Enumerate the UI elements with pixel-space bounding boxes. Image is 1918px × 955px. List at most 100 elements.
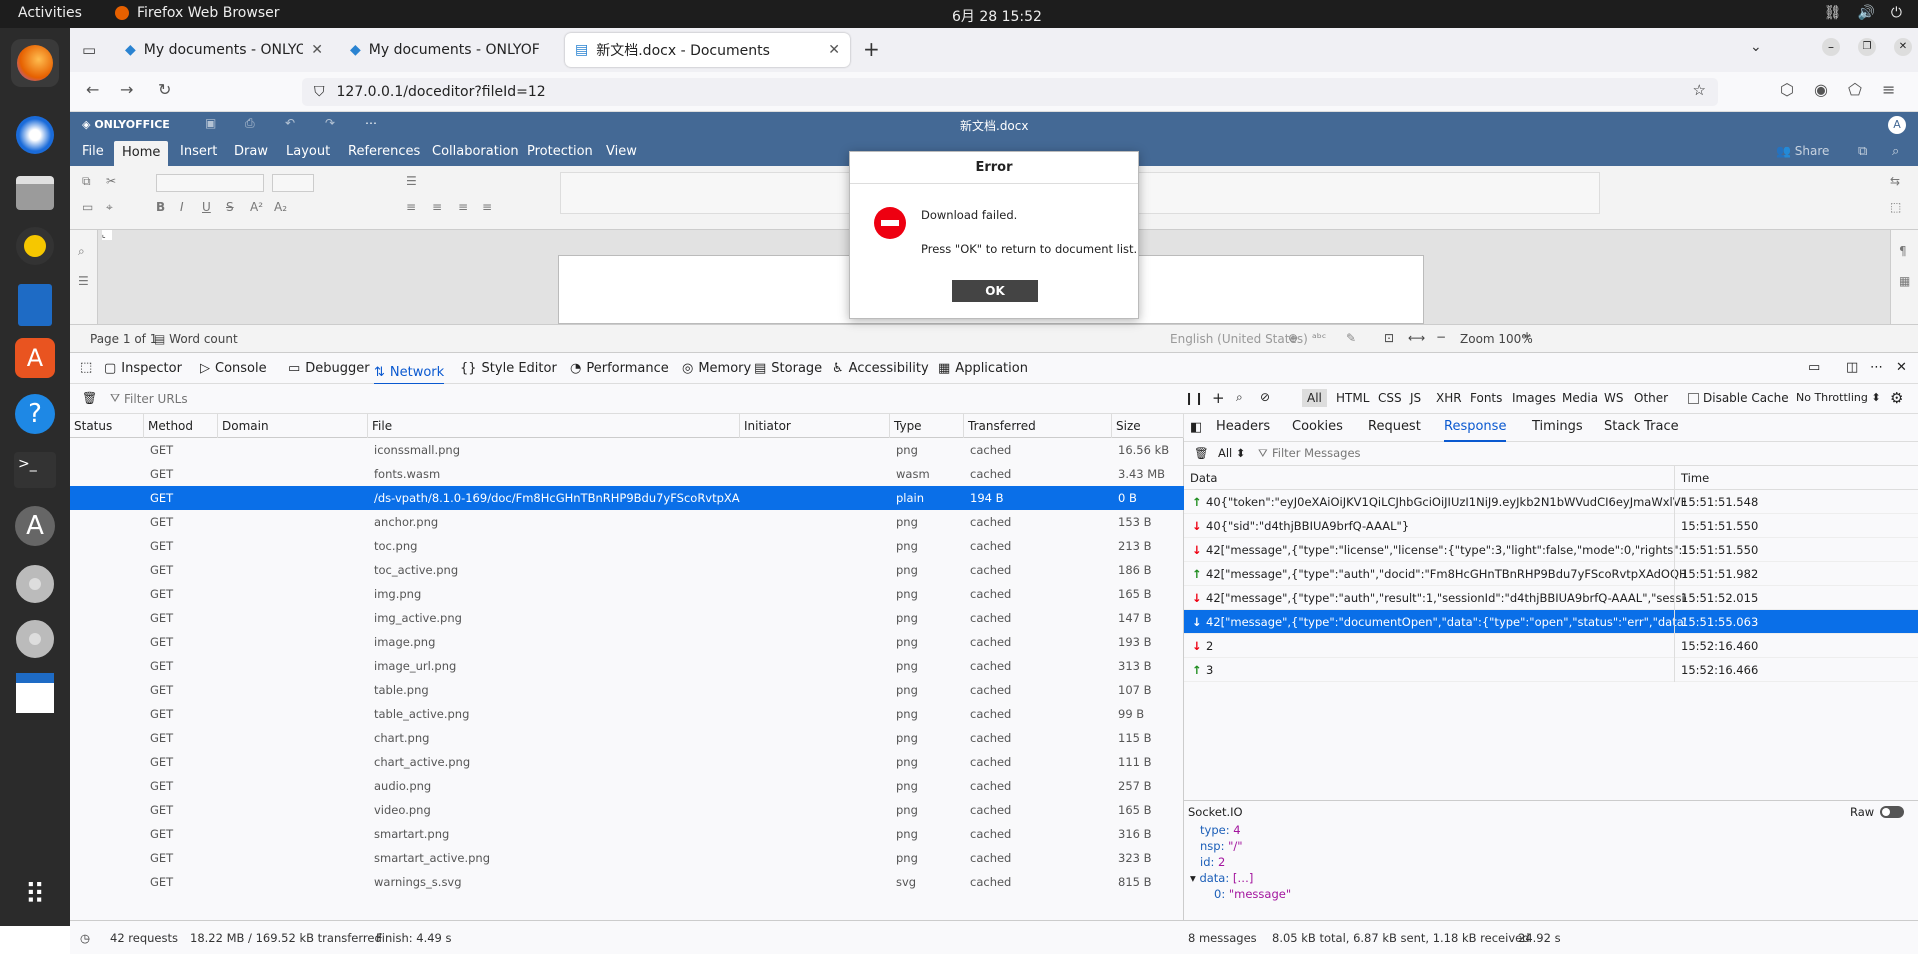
filter-media[interactable]: Media bbox=[1562, 391, 1598, 405]
table-row[interactable]: 200GET🔒 localhostimg.pngsdk-all.js:11744… bbox=[70, 582, 1184, 606]
tab-console[interactable]: ▷ Console bbox=[200, 361, 267, 376]
col-data[interactable]: Data bbox=[1190, 466, 1217, 490]
tab-new-document[interactable]: ▤ 新文档.docx - Documents ✕ bbox=[565, 33, 850, 67]
devtools-menu-icon[interactable]: ⋯ bbox=[1870, 360, 1883, 375]
word-count-button[interactable]: ▤ Word count bbox=[154, 332, 238, 346]
superscript-icon[interactable]: A² bbox=[250, 200, 263, 214]
extensions-icon[interactable]: ⬠ bbox=[1848, 80, 1862, 99]
pocket-icon[interactable]: ⬡ bbox=[1780, 80, 1794, 99]
responsive-icon[interactable]: ▭ bbox=[1808, 360, 1820, 375]
filter-xhr[interactable]: XHR bbox=[1436, 391, 1462, 405]
url-text[interactable]: 127.0.0.1/doceditor?fileId=12 bbox=[337, 84, 546, 100]
menu-insert[interactable]: Insert bbox=[180, 144, 217, 159]
apps-grid-icon[interactable]: ⠿ bbox=[11, 870, 59, 918]
fit-width-icon[interactable]: ⟷ bbox=[1408, 331, 1425, 345]
tab-storage[interactable]: ▤ Storage bbox=[754, 361, 822, 376]
thunderbird-icon[interactable] bbox=[11, 111, 59, 159]
software-icon[interactable]: A bbox=[11, 334, 59, 382]
col-size[interactable]: Size bbox=[1112, 414, 1184, 438]
table-row[interactable]: 200GET🔒 localhostanchor.pngsdk-all.js:11… bbox=[70, 510, 1184, 534]
app-menu[interactable]: Firefox Web Browser bbox=[115, 5, 280, 21]
filter-js[interactable]: JS bbox=[1410, 391, 1421, 405]
filter-messages-input[interactable] bbox=[1272, 444, 1672, 462]
bookmark-star-icon[interactable]: ☆ bbox=[1693, 81, 1706, 99]
menu-file[interactable]: File bbox=[82, 144, 104, 159]
filter-other[interactable]: Other bbox=[1634, 391, 1668, 405]
tab-request[interactable]: Request bbox=[1368, 419, 1421, 434]
close-tab-icon[interactable]: ✕ bbox=[828, 42, 840, 58]
format-painter-icon[interactable]: ⌖ bbox=[106, 200, 113, 215]
filter-all[interactable]: All bbox=[1302, 389, 1327, 407]
minimize-icon[interactable]: – bbox=[1822, 38, 1840, 56]
block-icon[interactable]: ⊘ bbox=[1260, 390, 1270, 404]
tab-overflow-icon[interactable]: ⌄ bbox=[1750, 39, 1762, 55]
align-left-icon[interactable]: ≡ bbox=[406, 200, 416, 214]
table-row[interactable]: 200GET🔒 localhostimage_url.pngsdk-all.js… bbox=[70, 654, 1184, 678]
search-icon[interactable]: ⌕ bbox=[1892, 144, 1899, 159]
close-devtools-icon[interactable]: ✕ bbox=[1896, 360, 1907, 375]
comments-panel-icon[interactable]: ☰ bbox=[78, 274, 89, 288]
subscript-icon[interactable]: A₂ bbox=[274, 200, 287, 214]
updater-icon[interactable]: A bbox=[11, 502, 59, 550]
message-row[interactable]: ↓ 40{"sid":"d4thjBBIUA9brfQ-AAAL"} 15:51:5… bbox=[1184, 514, 1918, 538]
tab-accessibility[interactable]: ♿ Accessibility bbox=[832, 361, 929, 376]
terminal-icon[interactable]: >_ bbox=[11, 446, 59, 494]
save-icon[interactable]: ▣ bbox=[205, 116, 216, 130]
tab-debugger[interactable]: ▭ Debugger bbox=[288, 361, 370, 376]
tab-application[interactable]: ▦ Application bbox=[938, 361, 1028, 376]
sidebar-toggle-icon[interactable]: ◧ bbox=[1190, 420, 1202, 435]
tab-my-documents-1[interactable]: ◆ My documents - ONLYOF ✕ bbox=[115, 33, 333, 67]
tab-cookies[interactable]: Cookies bbox=[1292, 419, 1343, 434]
table-row[interactable]: 200GET🔒 localhostchart.pngsdk-all.js:117… bbox=[70, 726, 1184, 750]
menu-layout[interactable]: Layout bbox=[286, 144, 330, 159]
tab-stack-trace[interactable]: Stack Trace bbox=[1604, 419, 1679, 434]
message-row[interactable]: ↑ 3 15:52:16.466 bbox=[1184, 658, 1918, 682]
reload-icon[interactable]: ↻ bbox=[158, 80, 171, 99]
disable-cache-checkbox[interactable]: Disable Cache bbox=[1688, 391, 1789, 405]
message-row[interactable]: ↑ 40{"token":"eyJ0eXAiOiJKV1QiLCJhbGciOiJ… bbox=[1184, 490, 1918, 514]
message-row[interactable]: ↓ 2 15:52:16.460 bbox=[1184, 634, 1918, 658]
raw-toggle[interactable]: Raw bbox=[1850, 805, 1905, 819]
zoom-out-icon[interactable]: − bbox=[1436, 330, 1446, 344]
bullets-icon[interactable]: ☰ bbox=[406, 174, 417, 188]
help-icon[interactable]: ? bbox=[11, 390, 59, 438]
back-icon[interactable]: ← bbox=[86, 80, 99, 99]
italic-icon[interactable]: I bbox=[180, 200, 184, 214]
notes-icon[interactable] bbox=[11, 669, 59, 717]
element-picker-icon[interactable]: ⬚ bbox=[80, 360, 92, 375]
tab-inspector[interactable]: ▢ Inspector bbox=[104, 361, 182, 376]
table-row[interactable]: 200GET🔒 localhostwarnings_s.svgapp.js:8 … bbox=[70, 870, 1184, 894]
menu-home[interactable]: Home bbox=[114, 141, 169, 166]
tab-performance[interactable]: ◔ Performance bbox=[570, 361, 669, 376]
strike-icon[interactable]: S bbox=[226, 200, 234, 214]
col-status[interactable]: Status bbox=[70, 414, 144, 438]
dock-side-icon[interactable]: ◫ bbox=[1846, 360, 1858, 375]
writer-icon[interactable] bbox=[11, 281, 59, 329]
tab-memory[interactable]: ◎ Memory bbox=[682, 361, 751, 376]
clock[interactable]: 6月 28 15:52 bbox=[952, 6, 1042, 26]
close-tab-icon[interactable]: ✕ bbox=[311, 42, 323, 58]
table-row[interactable]: 200GET🔒 localhostvideo.pngsdk-all.js:117… bbox=[70, 798, 1184, 822]
menu-view[interactable]: View bbox=[606, 144, 637, 159]
col-time[interactable]: Time bbox=[1674, 466, 1709, 490]
table-row[interactable]: 101GET🔒 localhost/ds-vpath/8.1.0-169/doc… bbox=[70, 486, 1184, 510]
col-file[interactable]: File bbox=[368, 414, 740, 438]
forward-icon[interactable]: → bbox=[120, 80, 133, 99]
paragraph-settings-icon[interactable]: ¶ bbox=[1899, 244, 1907, 258]
cut-icon[interactable]: ✂ bbox=[106, 174, 116, 188]
add-icon[interactable]: + bbox=[1212, 389, 1225, 407]
menu-references[interactable]: References bbox=[348, 144, 420, 159]
select-icon[interactable]: ⬚ bbox=[1890, 200, 1901, 214]
copy-icon[interactable]: ⧉ bbox=[82, 174, 91, 189]
col-transferred[interactable]: Transferred bbox=[964, 414, 1112, 438]
throttling-select[interactable]: No Throttling ⬍ bbox=[1796, 391, 1881, 404]
close-window-icon[interactable]: ✕ bbox=[1894, 38, 1912, 56]
message-row[interactable]: ↑ 42["message",{"type":"auth","docid":"Fm… bbox=[1184, 562, 1918, 586]
font-name-select[interactable] bbox=[156, 174, 264, 192]
more-icon[interactable]: ⋯ bbox=[365, 116, 377, 130]
table-row[interactable]: 200GET🔒 localhosticonssmall.pngapp.js:8 … bbox=[70, 438, 1184, 462]
maximize-icon[interactable]: ❐ bbox=[1858, 38, 1876, 56]
avatar[interactable]: A bbox=[1888, 116, 1906, 134]
new-tab-icon[interactable]: + bbox=[863, 37, 880, 61]
table-row[interactable]: 200GET🔒 localhostsmartart_active.pngsdk-… bbox=[70, 846, 1184, 870]
